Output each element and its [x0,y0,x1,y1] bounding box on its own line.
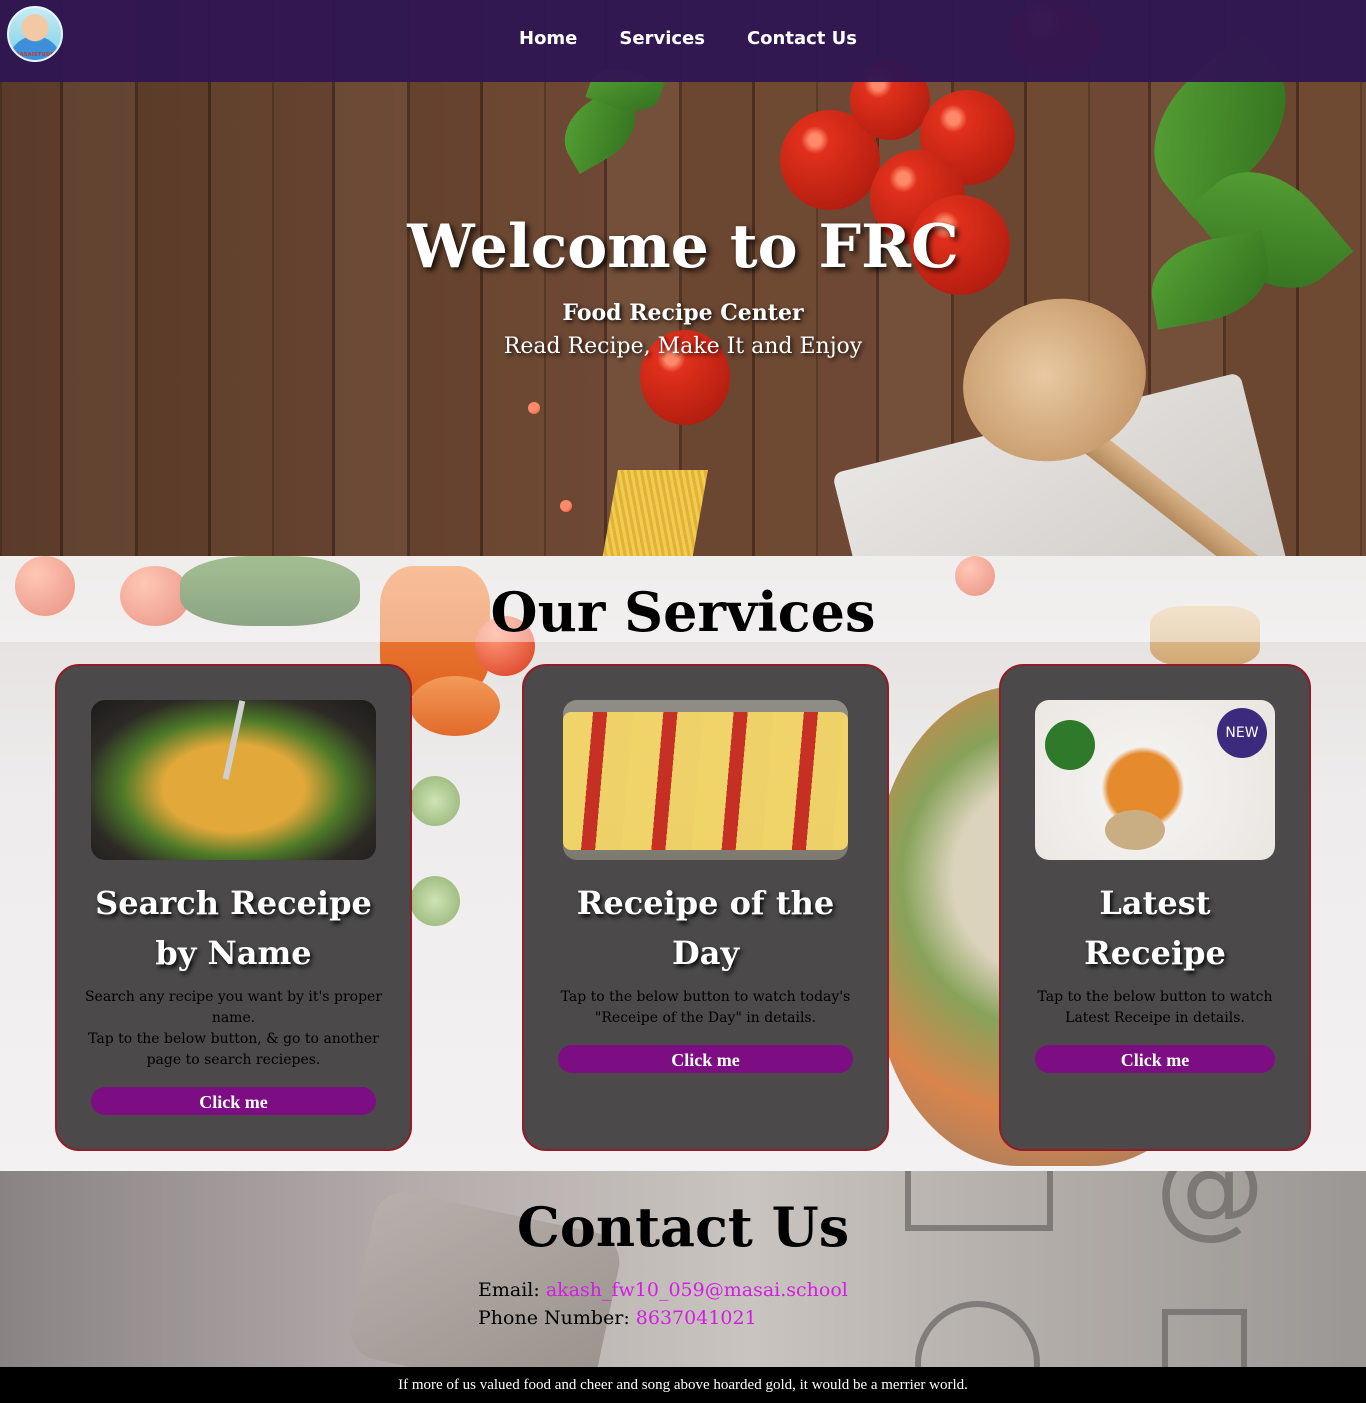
nav-link-contact[interactable]: Contact Us [747,28,857,49]
services-section: Our Services Search Receipe by Name Sear… [0,556,1366,1171]
contact-section: @ Contact Us Email: akash_fw10_059@masai… [0,1171,1366,1367]
sprout-decoration [410,776,460,826]
pasta-decoration [602,470,708,556]
phone-icon [915,1301,1040,1367]
service-card-recipe-of-day: Receipe of the Day Tap to the below butt… [522,664,889,1151]
mobile-icon [1162,1309,1247,1367]
hero-subtitle: Food Recipe Center [562,300,804,326]
profile-avatar[interactable]: @MASAISTUDENT [7,6,63,62]
footer-quote: If more of us valued food and cheer and … [398,1377,968,1393]
nav-links: Home Services Contact Us [519,28,899,49]
nav-link-home[interactable]: Home [519,28,577,49]
contact-email-row: Email: akash_fw10_059@masai.school [478,1279,848,1301]
card-description-line: Tap to the below button to watch today's… [560,989,851,1026]
avatar-ring-text: @MASAISTUDENT [9,52,63,58]
new-badge: NEW [1217,708,1267,758]
footer: If more of us valued food and cheer and … [0,1367,1366,1403]
email-label: Email: [478,1279,540,1301]
card-description-line: Tap to the below button, & go to another… [88,1031,379,1068]
hero-title: Welcome to FRC [407,212,959,282]
card-description-line: Tap to the below button to watch Latest … [1037,989,1273,1026]
latest-dishes-image: NEW [1035,700,1275,860]
sprout-decoration [410,876,460,926]
card-description: Search any recipe you want by it's prope… [71,987,396,1071]
ladle-icon [222,700,246,780]
phone-label: Phone Number: [478,1307,630,1329]
pepper-decoration [528,402,540,414]
hero-section: Welcome to FRC Food Recipe Center Read R… [0,0,1366,556]
navbar: @MASAISTUDENT Home Services Contact Us [0,0,1366,82]
phone-link[interactable]: 8637041021 [636,1307,757,1329]
card-description: Tap to the below button to watch today's… [538,987,873,1029]
card-description: Tap to the below button to watch Latest … [1015,987,1295,1029]
card-description-line: Search any recipe you want by it's prope… [84,989,383,1026]
carrot-decoration [410,676,500,736]
card-title: Search Receipe by Name [95,884,372,972]
soup-pan-image [91,700,376,860]
rice-bowl-icon [1105,810,1165,850]
search-recipe-button[interactable]: Click me [91,1087,376,1115]
contact-title: Contact Us [516,1195,850,1259]
nav-link-services[interactable]: Services [619,28,705,49]
contact-phone-row: Phone Number: 8637041021 [478,1307,757,1329]
service-card-latest: NEW Latest Receipe Tap to the below butt… [999,664,1311,1151]
services-title: Our Services [490,580,876,644]
service-card-search: Search Receipe by Name Search any recipe… [55,664,412,1151]
hero-tagline: Read Recipe, Make It and Enjoy [503,334,863,359]
greens-bowl-icon [1045,720,1095,770]
pepper-decoration [560,500,572,512]
email-link[interactable]: akash_fw10_059@masai.school [546,1279,848,1301]
pizza-image [563,700,848,860]
card-title: Latest Receipe [1084,884,1226,972]
card-title: Receipe of the Day [576,884,835,972]
pizza-icon [563,712,848,850]
recipe-of-day-button[interactable]: Click me [558,1045,853,1073]
latest-recipe-button[interactable]: Click me [1035,1045,1275,1073]
